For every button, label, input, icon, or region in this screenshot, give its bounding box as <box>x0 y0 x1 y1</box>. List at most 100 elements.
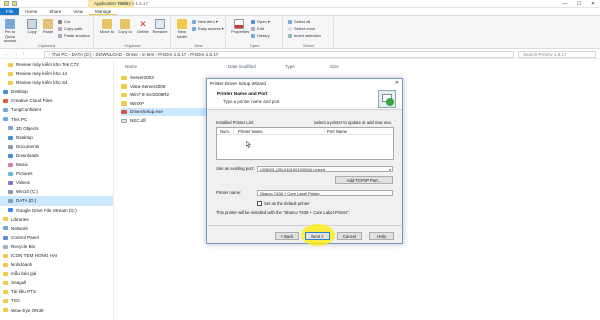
folder-icon <box>3 235 8 240</box>
nav-item[interactable]: Libraries <box>0 215 113 224</box>
column-date-modified[interactable]: Date modified <box>228 64 256 69</box>
edit-button[interactable]: Edit <box>251 26 264 31</box>
nav-item[interactable]: Wow Eye ON39 <box>0 306 113 315</box>
easy-access-button[interactable]: Easy access ▾ <box>192 26 224 31</box>
nav-item[interactable]: ICON TEM HONG HAI <box>0 251 113 260</box>
nav-item[interactable]: kinhdoanh <box>0 260 113 269</box>
nav-item-label: kinhdoanh <box>11 262 33 268</box>
nav-item[interactable]: Desktop <box>0 133 113 142</box>
back-button[interactable]: < Back <box>275 232 299 240</box>
organize-group-label: Organize <box>124 43 141 48</box>
tab-view[interactable]: View <box>67 8 89 15</box>
folder-icon <box>3 117 8 122</box>
nav-item[interactable]: Downloads <box>0 151 113 160</box>
nav-item[interactable]: Seagull <box>0 278 113 287</box>
nav-item[interactable]: Recycle Bin <box>0 242 113 251</box>
column-name[interactable]: Name <box>125 64 137 69</box>
col-port-name[interactable]: Port Name <box>327 129 347 134</box>
nav-item[interactable]: Music <box>0 160 113 169</box>
path-icon <box>58 26 62 31</box>
dialog-close-button[interactable]: ✕ <box>395 79 399 88</box>
column-type[interactable]: Type <box>285 64 295 69</box>
cancel-button[interactable]: Cancel <box>337 232 362 240</box>
folder-icon <box>8 199 13 204</box>
nav-item[interactable]: 3D Objects <box>0 124 113 133</box>
nav-item-label: Win10 (C:) <box>16 189 38 195</box>
quick-access-toolbar[interactable] <box>4 1 17 6</box>
nav-item[interactable]: DATA (D:) <box>0 196 113 206</box>
history-button[interactable]: History <box>251 33 269 38</box>
column-size[interactable]: Size <box>330 64 339 69</box>
nav-item[interactable]: TSC <box>0 296 113 305</box>
address-bar[interactable]: › This PC › DATA (D:) › DOWNLOAD › Drive… <box>44 51 514 58</box>
nav-item[interactable]: Review máy kiểm kho 14 <box>0 69 113 78</box>
copy-button[interactable]: Copy <box>24 18 40 35</box>
nav-item[interactable]: Creative Cloud Files <box>0 96 113 105</box>
clipboard-icon <box>43 19 53 29</box>
open-group: Properties Open ▾ Edit History Open <box>227 17 283 49</box>
copy-path-button[interactable]: Copy path <box>58 26 82 31</box>
invert-selection-button[interactable]: Invert selection <box>288 33 321 38</box>
nav-item[interactable]: mẫu báo giá <box>0 269 113 278</box>
tab-share[interactable]: Share <box>43 8 67 15</box>
nav-item[interactable]: Review máy kiểm kho Tek C72 <box>0 60 113 69</box>
tab-home[interactable]: Home <box>19 8 43 15</box>
pin-button[interactable]: Pin to Quick access <box>2 18 18 44</box>
tab-file[interactable]: File <box>0 8 20 15</box>
installed-printer-list[interactable]: Num. Printer Name Port Name <box>216 127 394 160</box>
rename-button[interactable]: Rename <box>152 18 168 35</box>
search-input[interactable]: Search PrnDrv-1.6.17 <box>518 51 596 58</box>
paste-shortcut-button[interactable]: Paste shortcut <box>58 33 90 38</box>
dll-file-icon <box>121 118 127 124</box>
help-button[interactable]: Help <box>369 232 394 240</box>
up-arrow-icon[interactable]: ↑ <box>22 51 25 57</box>
delete-button[interactable]: ✕ Delete <box>135 18 151 35</box>
col-printer-name[interactable]: Printer Name <box>238 129 263 134</box>
nav-item[interactable]: Videos <box>0 178 113 187</box>
folder-icon <box>3 226 8 231</box>
printer-name-field[interactable]: Sbarco T438 + Care Label Printer <box>257 190 393 196</box>
nav-item[interactable]: Documents <box>0 142 113 151</box>
cut-button[interactable]: Cut <box>58 19 70 24</box>
nav-item[interactable]: Tài liệu PTS <box>0 287 113 296</box>
close-window-button[interactable]: ✕ <box>586 0 600 8</box>
select-none-button[interactable]: Select none <box>288 26 315 31</box>
col-num[interactable]: Num. <box>220 129 230 134</box>
move-to-button[interactable]: Move to <box>99 18 115 35</box>
nav-item-label: Creative Cloud Files <box>11 98 53 104</box>
minimize-button[interactable]: — <box>558 0 572 8</box>
file-name: Server2003 <box>130 75 154 80</box>
next-button[interactable]: Next > <box>305 232 330 240</box>
maximize-button[interactable]: ☐ <box>572 0 586 8</box>
folder-icon[interactable] <box>4 1 9 6</box>
existing-port-select[interactable]: USB001 (SN:01019010000#) Linked ▾ <box>257 166 393 172</box>
nav-item[interactable]: Control Panel <box>0 233 113 242</box>
nav-item[interactable]: This PC <box>0 115 113 124</box>
nav-item-label: Tài liệu PTS <box>11 289 37 295</box>
nav-item[interactable]: TungConfident <box>0 105 113 114</box>
new-folder-button[interactable]: New folder <box>174 18 190 39</box>
folder-icon <box>3 299 8 304</box>
nav-item[interactable]: Network <box>0 224 113 233</box>
tab-manage[interactable]: Manage <box>88 8 118 15</box>
nav-item[interactable]: Desktop <box>0 87 113 96</box>
open-button[interactable]: Open ▾ <box>251 19 270 24</box>
nav-item-label: Recycle Bin <box>11 243 36 249</box>
forward-arrow-icon[interactable]: → <box>13 51 18 57</box>
copy-to-button[interactable]: Copy to <box>117 18 133 35</box>
nav-item[interactable]: Pictures <box>0 169 113 178</box>
nav-buttons: ← → ↑ <box>4 51 25 57</box>
nav-item[interactable]: Review máy kiểm kho S4 <box>0 78 113 87</box>
nav-item[interactable]: Google Drive File Stream (G:) <box>0 206 113 215</box>
paste-button[interactable]: Paste <box>40 18 56 35</box>
properties-button[interactable]: Properties <box>231 18 249 35</box>
nav-item[interactable]: Win10 (C:) <box>0 187 113 196</box>
file-name: Win7-8-Svr2008R2 <box>130 92 170 98</box>
add-tcpip-port-button[interactable]: Add TCP/IP Port... <box>335 176 393 184</box>
new-item-button[interactable]: New item ▾ <box>192 19 218 24</box>
properties-icon[interactable] <box>12 1 17 6</box>
select-all-button[interactable]: Select all <box>288 19 310 24</box>
default-printer-checkbox[interactable] <box>257 201 262 206</box>
back-arrow-icon[interactable]: ← <box>4 51 9 57</box>
nav-item-label: Music <box>16 162 28 168</box>
